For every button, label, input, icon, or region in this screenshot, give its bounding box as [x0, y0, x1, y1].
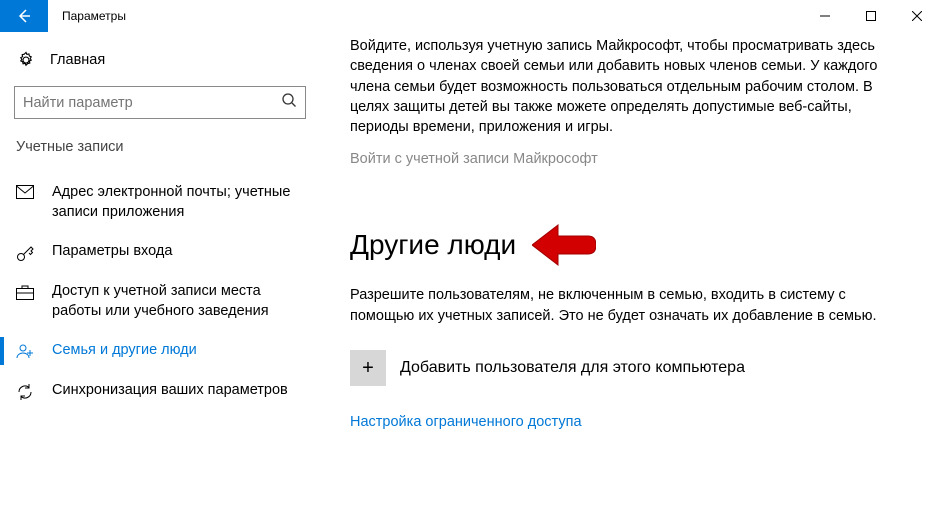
intro-text: Войдите, используя учетную запись Майкро…	[350, 36, 880, 137]
add-user-label: Добавить пользователя для этого компьюте…	[400, 359, 745, 377]
sidebar: Главная Учетные записи Адрес электронной…	[0, 32, 320, 510]
restricted-access-link[interactable]: Настройка ограниченного доступа	[350, 414, 912, 430]
search-input[interactable]	[14, 86, 306, 119]
red-arrow-icon	[532, 223, 596, 267]
sidebar-item-label: Параметры входа	[52, 242, 172, 262]
sidebar-item-label: Семья и другие люди	[52, 341, 197, 361]
key-icon	[16, 244, 40, 262]
close-icon	[912, 11, 922, 21]
sync-icon	[16, 383, 40, 401]
sidebar-section-label: Учетные записи	[14, 139, 306, 155]
maximize-icon	[866, 11, 876, 21]
briefcase-icon	[16, 284, 40, 300]
sidebar-item-label: Адрес электронной почты; учетные записи …	[52, 183, 302, 222]
minimize-button[interactable]	[802, 0, 848, 32]
other-people-desc: Разрешите пользователям, не включенным в…	[350, 285, 880, 326]
add-user-button[interactable]: + Добавить пользователя для этого компью…	[350, 350, 912, 386]
sidebar-item-label: Доступ к учетной записи места работы или…	[52, 282, 302, 321]
plus-icon: +	[350, 350, 386, 386]
sidebar-item-sync[interactable]: Синхронизация ваших параметров	[14, 371, 306, 411]
people-icon	[16, 343, 40, 359]
maximize-button[interactable]	[848, 0, 894, 32]
sidebar-item-label: Синхронизация ваших параметров	[52, 381, 288, 401]
search-field[interactable]	[23, 95, 281, 111]
content-pane: Войдите, используя учетную запись Майкро…	[320, 32, 940, 510]
home-label: Главная	[50, 52, 105, 68]
sidebar-item-family[interactable]: Семья и другие люди	[14, 331, 306, 371]
mail-icon	[16, 185, 40, 199]
gear-icon	[16, 50, 36, 70]
other-people-heading: Другие люди	[350, 229, 516, 261]
arrow-left-icon	[16, 8, 32, 24]
home-button[interactable]: Главная	[16, 50, 306, 70]
window-title: Параметры	[48, 0, 802, 32]
sidebar-item-work-access[interactable]: Доступ к учетной записи места работы или…	[14, 272, 306, 331]
sidebar-item-email[interactable]: Адрес электронной почты; учетные записи …	[14, 173, 306, 232]
signin-link[interactable]: Войти с учетной записи Майкрософт	[350, 151, 912, 167]
close-button[interactable]	[894, 0, 940, 32]
search-icon	[281, 92, 297, 113]
back-button[interactable]	[0, 0, 48, 32]
sidebar-item-signin-options[interactable]: Параметры входа	[14, 232, 306, 272]
minimize-icon	[820, 11, 830, 21]
